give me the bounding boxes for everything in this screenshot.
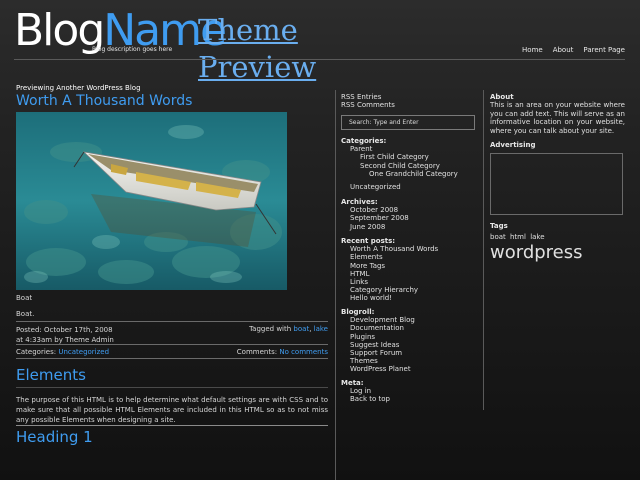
archives-widget: Archives: October 2008 September 2008 Ju… <box>341 198 477 231</box>
meta-divider-top <box>16 321 328 322</box>
about-widget: About This is an area on your website wh… <box>490 93 625 135</box>
rss-comments-link[interactable]: RSS Comments <box>341 101 477 109</box>
post-categories: Categories: Uncategorized <box>16 348 109 356</box>
about-text: This is an area on your website where yo… <box>490 101 625 135</box>
blogroll-link[interactable]: WordPress Planet <box>341 365 477 373</box>
rss-entries-link[interactable]: RSS Entries <box>341 93 477 101</box>
header-divider <box>14 59 625 60</box>
recent-post-link[interactable]: HTML <box>341 270 477 278</box>
category-parent[interactable]: Parent <box>341 145 477 153</box>
comments-label: Comments: <box>236 348 278 356</box>
posted-date: Posted: October 17th, 2008 <box>16 326 113 334</box>
category-second-child[interactable]: Second Child Category <box>341 162 477 170</box>
blogroll-widget: Blogroll: Development Blog Documentation… <box>341 308 477 374</box>
categories-label: Categories: <box>16 348 57 356</box>
tag-link-lake[interactable]: lake <box>314 325 328 333</box>
advertising-widget: Advertising <box>490 141 625 215</box>
blogroll-link[interactable]: Themes <box>341 357 477 365</box>
meta-title: Meta: <box>341 379 364 387</box>
post-title[interactable]: Worth A Thousand Words <box>16 93 192 109</box>
tag-link-boat[interactable]: boat <box>293 325 309 333</box>
search-input[interactable]: Search: Type and Enter <box>341 115 475 130</box>
categories-widget: Categories: Parent First Child Category … <box>341 137 477 191</box>
post-meta: Posted: October 17th, 2008 at 4:33am by … <box>16 325 114 345</box>
theme-preview-link[interactable]: Theme Preview <box>198 12 328 86</box>
tagged-label: Tagged with <box>249 325 292 333</box>
heading-1: Heading 1 <box>16 428 93 446</box>
site-tagline: Blog description goes here <box>92 46 173 53</box>
log-in-link[interactable]: Log in <box>341 387 477 395</box>
blogroll-link[interactable]: Documentation <box>341 324 477 332</box>
recent-posts-title: Recent posts: <box>341 237 396 245</box>
column-divider-right <box>483 90 484 410</box>
meta-widget: Meta: Log in Back to top <box>341 379 477 404</box>
tag-cloud-link-wordpress[interactable]: wordpress <box>490 242 625 263</box>
categories-title: Categories: <box>341 137 387 145</box>
boat-photo <box>16 112 287 290</box>
elements-post-title[interactable]: Elements <box>16 366 86 384</box>
nav-about[interactable]: About <box>553 46 574 54</box>
archive-link[interactable]: October 2008 <box>341 206 477 214</box>
advertising-box <box>490 153 623 215</box>
top-nav: Home About Parent Page <box>522 46 625 54</box>
category-grandchild[interactable]: One Grandchild Category <box>341 170 477 178</box>
archive-link[interactable]: June 2008 <box>341 223 477 231</box>
recent-posts-widget: Recent posts: Worth A Thousand Words Ele… <box>341 237 477 303</box>
back-to-top-link[interactable]: Back to top <box>341 395 477 403</box>
tag-cloud-link[interactable]: lake <box>530 233 544 241</box>
post-comments: Comments: No comments <box>237 348 328 356</box>
heading-divider <box>16 425 328 426</box>
tag-cloud-small: boat html lake <box>490 233 625 241</box>
category-uncategorized[interactable]: Uncategorized <box>341 183 477 191</box>
sidebar-middle: RSS Entries RSS Comments <box>341 93 477 109</box>
category-first-child[interactable]: First Child Category <box>341 153 477 161</box>
nav-parent-page[interactable]: Parent Page <box>583 46 625 54</box>
blogroll-link[interactable]: Plugins <box>341 333 477 341</box>
nav-home[interactable]: Home <box>522 46 543 54</box>
meta-divider-mid <box>16 344 328 345</box>
column-divider-left <box>335 90 336 480</box>
blogroll-link[interactable]: Suggest Ideas <box>341 341 477 349</box>
tags-widget: Tags boat html lake wordpress <box>490 222 625 263</box>
blogroll-link[interactable]: Support Forum <box>341 349 477 357</box>
image-caption: Boat <box>16 294 33 302</box>
meta-divider-bottom <box>16 358 328 359</box>
previewing-notice: Previewing Another WordPress Blog <box>16 84 141 92</box>
category-link[interactable]: Uncategorized <box>58 348 109 356</box>
blogroll-title: Blogroll: <box>341 308 375 316</box>
logo-blog: Blog <box>14 5 105 56</box>
archives-title: Archives: <box>341 198 378 206</box>
recent-post-link[interactable]: Worth A Thousand Words <box>341 245 477 253</box>
elements-paragraph: The purpose of this HTML is to help dete… <box>16 396 328 424</box>
recent-post-link[interactable]: Category Hierarchy <box>341 286 477 294</box>
post-body: Boat. <box>16 310 35 318</box>
advertising-title: Advertising <box>490 141 536 149</box>
recent-post-link[interactable]: Elements <box>341 253 477 261</box>
post-tags: Tagged with boat, lake <box>249 325 328 333</box>
recent-post-link[interactable]: Hello world! <box>341 294 477 302</box>
tag-cloud-link[interactable]: html <box>510 233 526 241</box>
elements-divider <box>16 387 328 388</box>
comments-link[interactable]: No comments <box>279 348 328 356</box>
archive-link[interactable]: September 2008 <box>341 214 477 222</box>
recent-post-link[interactable]: Links <box>341 278 477 286</box>
blogroll-link[interactable]: Development Blog <box>341 316 477 324</box>
tags-title: Tags <box>490 222 508 230</box>
recent-post-link[interactable]: More Tags <box>341 262 477 270</box>
tag-cloud-link[interactable]: boat <box>490 233 506 241</box>
about-title: About <box>490 93 514 101</box>
